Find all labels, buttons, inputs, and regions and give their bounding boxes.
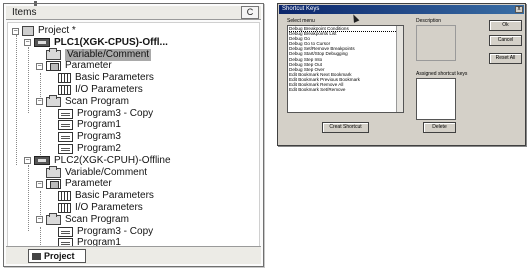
menu-list-item[interactable]: Edit Bookmark Set/Remove bbox=[288, 87, 403, 92]
tree-node[interactable]: − Project * bbox=[12, 25, 76, 37]
project-tab-label: Project bbox=[44, 251, 75, 261]
panel-header: Items C bbox=[6, 6, 261, 20]
tree-node[interactable]: − PLC2(XGK-CPUH)-Offline bbox=[24, 155, 171, 167]
project-tree: − Project * − PLC1(XGK-CPUS)-Offl... Variabl… bbox=[7, 22, 260, 248]
tree-node-label: I/O Parameters bbox=[75, 84, 143, 95]
delete-button[interactable]: Delete bbox=[423, 122, 456, 133]
description-box bbox=[416, 25, 456, 61]
tree-node[interactable]: − Parameter bbox=[36, 60, 112, 72]
project-panel: Items C − Project * − PLC1(XGK-CPUS)-Offl..… bbox=[3, 1, 264, 267]
tree-node[interactable]: Program3 - Copy bbox=[48, 108, 153, 120]
collapse-toggle-icon[interactable]: − bbox=[24, 39, 31, 47]
program-icon bbox=[58, 132, 73, 143]
tree-node-label: Project * bbox=[38, 25, 76, 36]
tree-node-label: Program3 - Copy bbox=[77, 107, 154, 119]
grid-icon bbox=[58, 73, 71, 84]
plc-icon bbox=[34, 156, 50, 166]
tree-node[interactable]: Basic Parameters bbox=[48, 72, 154, 84]
panel-title: Items bbox=[12, 7, 37, 18]
tree-node-label: Scan Program bbox=[65, 95, 129, 107]
program-icon bbox=[58, 144, 73, 154]
screenshot-stage: Items C − Project * − PLC1(XGK-CPUS)-Offl..… bbox=[0, 0, 529, 272]
assigned-keys-list[interactable] bbox=[416, 78, 456, 120]
dialog-close-icon[interactable]: x bbox=[515, 6, 523, 13]
tree-node-label: Basic Parameters bbox=[75, 190, 154, 202]
collapse-toggle-icon[interactable]: − bbox=[36, 216, 43, 224]
tree-connector bbox=[40, 109, 41, 157]
tree-node[interactable]: Basic Parameters bbox=[48, 190, 154, 202]
program-icon bbox=[58, 120, 73, 131]
tree-node[interactable]: Program2 bbox=[48, 143, 121, 155]
folder-icon bbox=[46, 94, 61, 107]
tree-node-label: I/O Parameters bbox=[75, 202, 143, 213]
tree-node[interactable]: Variable/Comment bbox=[36, 47, 152, 61]
cancel-button[interactable]: Cancel bbox=[489, 35, 522, 46]
tree-node-label: Program2 bbox=[77, 143, 121, 154]
folder-icon bbox=[46, 212, 61, 225]
tree-connector bbox=[28, 165, 29, 231]
tree-node-label: Scan Program bbox=[65, 213, 129, 225]
tree-node-label: Program3 - Copy bbox=[77, 225, 154, 237]
collapse-toggle-icon[interactable]: − bbox=[12, 27, 19, 35]
tree-node[interactable]: Variable/Comment bbox=[36, 165, 148, 179]
collapse-toggle-icon[interactable]: − bbox=[36, 98, 43, 106]
grid-icon bbox=[58, 191, 71, 202]
tree-connector bbox=[28, 47, 29, 113]
collapse-toggle-icon[interactable]: − bbox=[36, 62, 43, 70]
grid-icon bbox=[58, 203, 71, 213]
collapse-toggle-icon[interactable]: − bbox=[36, 180, 43, 188]
param-icon bbox=[46, 61, 61, 72]
panel-close-button[interactable]: C bbox=[241, 6, 259, 19]
panel-tabbar: Project bbox=[6, 246, 261, 264]
dialog-title: Shortcut Keys bbox=[282, 6, 320, 12]
tree-node[interactable]: − Scan Program bbox=[36, 212, 129, 226]
grid-icon bbox=[58, 85, 71, 95]
plc-icon bbox=[34, 38, 50, 48]
tree-node[interactable]: I/O Parameters bbox=[48, 202, 143, 214]
tree-node[interactable]: I/O Parameters bbox=[48, 84, 143, 96]
tree-node-label: Program1 bbox=[77, 119, 121, 131]
tree-connector bbox=[16, 35, 17, 165]
reset-all-button[interactable]: Reset All bbox=[489, 53, 522, 64]
shortcut-keys-dialog: Shortcut Keys x Select menu Debug Breakp… bbox=[277, 3, 526, 146]
project-tab-icon bbox=[32, 252, 41, 260]
tree-connector bbox=[40, 227, 41, 247]
collapse-toggle-icon[interactable]: − bbox=[24, 157, 31, 165]
tree-node[interactable]: − Parameter bbox=[36, 178, 112, 190]
folder-icon bbox=[46, 165, 61, 178]
project-tab[interactable]: Project bbox=[28, 249, 86, 263]
tree-node-label: Variable/Comment bbox=[65, 48, 152, 61]
param-icon bbox=[46, 179, 61, 190]
tree-node[interactable]: Program1 bbox=[48, 119, 121, 131]
menu-listbox[interactable]: Debug Breakpoint Conditions Debug Breakpo… bbox=[287, 25, 404, 113]
tree-node-label: Parameter bbox=[65, 178, 112, 190]
tree-node-label: Parameter bbox=[65, 60, 112, 72]
list-scrollbar[interactable] bbox=[396, 26, 403, 112]
project-icon bbox=[22, 26, 34, 36]
tree-node-label: PLC2(XGK-CPUH)-Offline bbox=[54, 154, 171, 166]
tree-node-label: Program3 bbox=[77, 131, 121, 143]
program-icon bbox=[58, 226, 73, 237]
create-shortcut-button[interactable]: Creat Shortcut bbox=[322, 122, 369, 133]
assigned-keys-label: Assigned shortcut keys bbox=[416, 71, 468, 77]
tree-node[interactable]: − Scan Program bbox=[36, 94, 129, 108]
dialog-titlebar[interactable]: Shortcut Keys x bbox=[279, 5, 524, 14]
description-label: Description bbox=[416, 18, 442, 24]
tree-node-label: PLC1(XGK-CPUS)-Offl... bbox=[54, 36, 168, 48]
tree-node[interactable]: − PLC1(XGK-CPUS)-Offl... bbox=[24, 37, 168, 49]
tree-node[interactable]: Program3 bbox=[48, 131, 121, 143]
tree-node-label: Variable/Comment bbox=[65, 166, 148, 178]
select-menu-label: Select menu bbox=[287, 18, 315, 24]
folder-icon bbox=[46, 47, 61, 60]
tree-node[interactable]: Program3 - Copy bbox=[48, 226, 153, 238]
ok-button[interactable]: Ok bbox=[489, 20, 522, 31]
tree-node-label: Basic Parameters bbox=[75, 72, 154, 84]
program-icon bbox=[58, 108, 73, 119]
